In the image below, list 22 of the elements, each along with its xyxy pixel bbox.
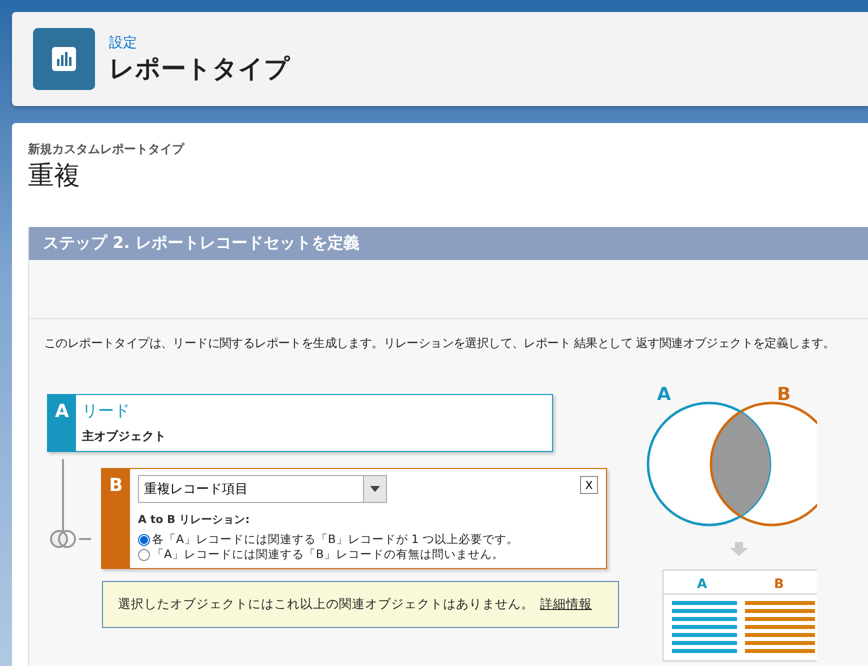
object-letter: A — [48, 395, 76, 451]
object-letter: B — [102, 469, 130, 568]
details-link[interactable]: 詳細情報 — [540, 596, 592, 611]
caret-icon — [370, 486, 380, 492]
page-title: 重複 — [28, 160, 81, 193]
radio-button[interactable] — [138, 548, 150, 560]
breadcrumb-link[interactable]: 設定 — [109, 34, 290, 52]
relation-label: A to B リレーション: — [138, 512, 251, 527]
object-role: 主オブジェクト — [82, 428, 166, 445]
close-button[interactable]: X — [580, 476, 598, 494]
relation-option[interactable]: 「A」レコードには関連する「B」レコードの有無は問いません。 — [138, 547, 600, 562]
relation-option[interactable]: 各「A」レコードには関連する「B」レコードが 1 つ以上必要です。 — [138, 532, 600, 547]
report-icon — [33, 28, 95, 90]
page-subtitle: 新規カスタムレポートタイプ — [28, 141, 186, 158]
step-title: ステップ 2. レポートレコードセットを定義 — [29, 227, 868, 260]
notice-text: 選択したオブジェクトにはこれ以上の関連オブジェクトはありません。 — [118, 596, 534, 611]
object-name: リード — [82, 401, 131, 422]
step-description: このレポートタイプは、リードに関するレポートを生成します。リレーションを選択して、レポート 結果として 返す関連オブジェクトを定義します。 — [43, 335, 836, 352]
venn-diagram-drawing: A B A B — [617, 372, 817, 662]
object-select[interactable]: 重複レコード項目 — [138, 475, 387, 503]
radio-button[interactable] — [138, 534, 150, 546]
page-header-title: レポートタイプ — [109, 52, 290, 84]
